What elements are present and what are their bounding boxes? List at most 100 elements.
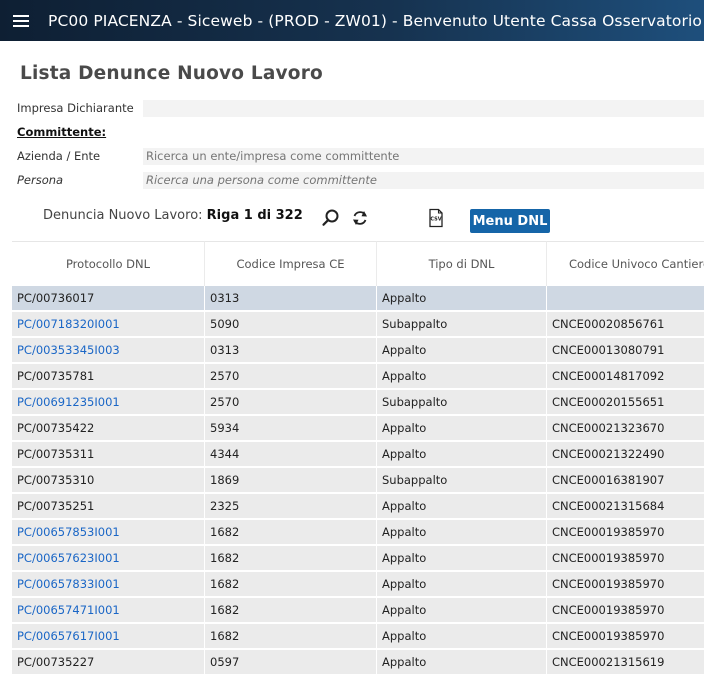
cell-tipo[interactable]: Appalto: [376, 572, 546, 598]
table-row[interactable]: PC/00735781 2570 Appalto CNCE00014817092: [12, 364, 704, 390]
table-row[interactable]: PC/00735422 5934 Appalto CNCE00021323670: [12, 416, 704, 442]
table-row[interactable]: PC/00691235I001 2570 Subappalto CNCE0002015…: [12, 390, 704, 416]
cell-codice-impresa[interactable]: 1682: [204, 624, 376, 650]
cell-tipo[interactable]: Appalto: [376, 650, 546, 676]
cell-tipo[interactable]: Appalto: [376, 624, 546, 650]
cell-codice-impresa[interactable]: 2570: [204, 364, 376, 390]
protocollo-link[interactable]: PC/00657833I001: [17, 577, 120, 591]
protocollo-link[interactable]: PC/00657617I001: [17, 629, 120, 643]
cell-codice-impresa[interactable]: 2325: [204, 494, 376, 520]
cell-cantiere[interactable]: CNCE00019385970: [546, 598, 704, 624]
cell-protocollo[interactable]: PC/00735781: [12, 364, 204, 390]
cell-protocollo: PC/00657833I001: [12, 572, 204, 598]
table-row[interactable]: PC/00718320I001 5090 Subappalto CNCE0002085…: [12, 312, 704, 338]
cell-cantiere[interactable]: CNCE00021315619: [546, 650, 704, 676]
refresh-icon[interactable]: [350, 208, 370, 228]
table-row[interactable]: PC/00735251 2325 Appalto CNCE00021315684: [12, 494, 704, 520]
column-header-codice-impresa[interactable]: Codice Impresa CE: [204, 241, 376, 286]
cell-cantiere[interactable]: CNCE00019385970: [546, 520, 704, 546]
cell-tipo[interactable]: Subappalto: [376, 468, 546, 494]
cell-protocollo[interactable]: PC/00736017: [12, 286, 204, 312]
cell-protocollo[interactable]: PC/00735251: [12, 494, 204, 520]
table-toolbar: Denuncia Nuovo Lavoro: Riga 1 di 322 CSV…: [0, 203, 704, 237]
cell-tipo[interactable]: Appalto: [376, 364, 546, 390]
protocollo-link[interactable]: PC/00691235I001: [17, 395, 120, 409]
cell-tipo[interactable]: Appalto: [376, 442, 546, 468]
impresa-value: [143, 99, 704, 117]
cell-codice-impresa[interactable]: 0313: [204, 338, 376, 364]
cell-cantiere[interactable]: CNCE00020856761: [546, 312, 704, 338]
cell-codice-impresa[interactable]: 0597: [204, 650, 376, 676]
cell-codice-impresa[interactable]: 1682: [204, 598, 376, 624]
cell-codice-impresa[interactable]: 0313: [204, 286, 376, 312]
cell-protocollo[interactable]: PC/00735310: [12, 468, 204, 494]
cell-cantiere[interactable]: CNCE00013080791: [546, 338, 704, 364]
cell-tipo[interactable]: Appalto: [376, 286, 546, 312]
cell-cantiere[interactable]: CNCE00021323670: [546, 416, 704, 442]
cell-cantiere[interactable]: CNCE00019385970: [546, 572, 704, 598]
table-row[interactable]: PC/00657617I001 1682 Appalto CNCE0001938597…: [12, 624, 704, 650]
cell-codice-impresa[interactable]: 5934: [204, 416, 376, 442]
cell-cantiere[interactable]: CNCE00021322490: [546, 442, 704, 468]
page-title: Lista Denunce Nuovo Lavoro: [20, 63, 323, 84]
table-row[interactable]: PC/00735227 0597 Appalto CNCE00021315619: [12, 650, 704, 676]
column-header-cantiere[interactable]: Codice Univoco Cantiere: [546, 241, 704, 286]
table-row[interactable]: PC/00735311 4344 Appalto CNCE00021322490: [12, 442, 704, 468]
cell-tipo[interactable]: Appalto: [376, 494, 546, 520]
cell-codice-impresa[interactable]: 4344: [204, 442, 376, 468]
protocollo-link[interactable]: PC/00718320I001: [17, 317, 120, 331]
cell-tipo[interactable]: Appalto: [376, 416, 546, 442]
cell-cantiere[interactable]: CNCE00021315684: [546, 494, 704, 520]
persona-search-input[interactable]: [143, 171, 704, 189]
table-row[interactable]: PC/00657623I001 1682 Appalto CNCE0001938597…: [12, 546, 704, 572]
cell-tipo[interactable]: Appalto: [376, 520, 546, 546]
protocollo-link[interactable]: PC/00353345I003: [17, 343, 120, 357]
entity-label: Denuncia Nuovo Lavoro:: [43, 208, 203, 223]
app-header: PC00 PIACENZA - Siceweb - (PROD - ZW01) …: [0, 0, 704, 41]
table-row[interactable]: PC/00353345I003 0313 Appalto CNCE0001308079…: [12, 338, 704, 364]
protocollo-link[interactable]: PC/00657623I001: [17, 551, 120, 565]
table-row[interactable]: PC/00735310 1869 Subappalto CNCE00016381907: [12, 468, 704, 494]
cell-protocollo[interactable]: PC/00735227: [12, 650, 204, 676]
cell-tipo[interactable]: Appalto: [376, 598, 546, 624]
cell-protocollo[interactable]: PC/00735422: [12, 416, 204, 442]
impresa-label: Impresa Dichiarante: [17, 101, 134, 115]
cell-tipo[interactable]: Subappalto: [376, 312, 546, 338]
impresa-row: Impresa Dichiarante: [12, 96, 704, 120]
cell-codice-impresa[interactable]: 1682: [204, 520, 376, 546]
table-row[interactable]: PC/00657471I001 1682 Appalto CNCE0001938597…: [12, 598, 704, 624]
table-row[interactable]: PC/00736017 0313 Appalto: [12, 286, 704, 312]
table-row[interactable]: PC/00657833I001 1682 Appalto CNCE0001938597…: [12, 572, 704, 598]
table-row[interactable]: PC/00657853I001 1682 Appalto CNCE0001938597…: [12, 520, 704, 546]
column-header-protocollo[interactable]: Protocollo DNL: [12, 241, 204, 286]
csv-export-icon[interactable]: CSV: [426, 208, 446, 228]
cell-cantiere[interactable]: CNCE00014817092: [546, 364, 704, 390]
cell-tipo[interactable]: Appalto: [376, 546, 546, 572]
protocollo-link[interactable]: PC/00657853I001: [17, 525, 120, 539]
azienda-search-input[interactable]: [143, 147, 704, 165]
cell-cantiere[interactable]: CNCE00016381907: [546, 468, 704, 494]
cell-protocollo[interactable]: PC/00735311: [12, 442, 204, 468]
cell-codice-impresa[interactable]: 1682: [204, 546, 376, 572]
protocollo-link[interactable]: PC/00657471I001: [17, 603, 120, 617]
cell-codice-impresa[interactable]: 1869: [204, 468, 376, 494]
search-icon[interactable]: [321, 208, 341, 228]
cell-tipo[interactable]: Subappalto: [376, 390, 546, 416]
cell-tipo[interactable]: Appalto: [376, 338, 546, 364]
app-title: PC00 PIACENZA - Siceweb - (PROD - ZW01) …: [48, 11, 702, 30]
table-body: PC/00736017 0313 Appalto PC/00718320I001 509…: [12, 286, 704, 676]
hamburger-menu-icon[interactable]: [13, 14, 29, 27]
cell-codice-impresa[interactable]: 5090: [204, 312, 376, 338]
svg-text:CSV: CSV: [430, 217, 441, 223]
dnl-table-container[interactable]: Protocollo DNL Codice Impresa CE Tipo di…: [12, 241, 704, 682]
cell-protocollo: PC/00691235I001: [12, 390, 204, 416]
menu-dnl-button[interactable]: Menu DNL: [470, 209, 550, 233]
cell-cantiere[interactable]: CNCE00019385970: [546, 546, 704, 572]
cell-codice-impresa[interactable]: 2570: [204, 390, 376, 416]
cell-protocollo: PC/00657471I001: [12, 598, 204, 624]
cell-codice-impresa[interactable]: 1682: [204, 572, 376, 598]
cell-cantiere[interactable]: [546, 286, 704, 312]
column-header-tipo[interactable]: Tipo di DNL: [376, 241, 546, 286]
cell-cantiere[interactable]: CNCE00020155651: [546, 390, 704, 416]
cell-cantiere[interactable]: CNCE00019385970: [546, 624, 704, 650]
